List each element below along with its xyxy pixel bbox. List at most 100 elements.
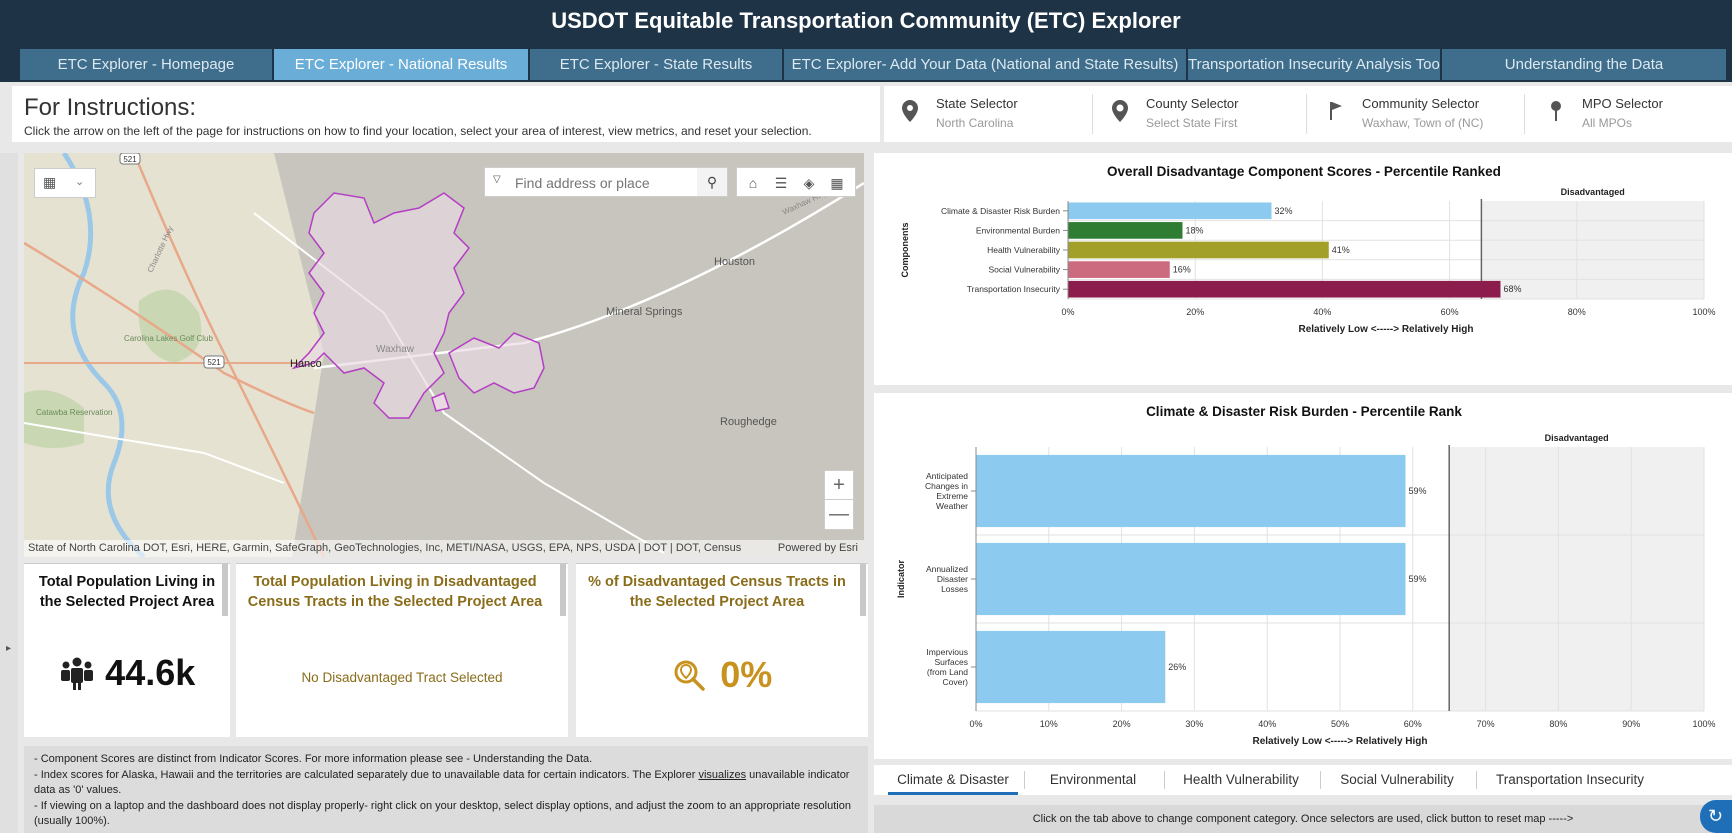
component-tabs: Climate & Disaster Environmental Health … [874, 765, 1732, 795]
population-card-title: Total Population Living in the Selected … [38, 574, 216, 610]
bar-value-label: 26% [1168, 662, 1186, 672]
bar-value-label: 16% [1173, 265, 1191, 275]
community-selector-value: Waxhaw, Town of (NC) [1362, 116, 1484, 130]
nav-tabs: ETC Explorer - Homepage ETC Explorer - N… [0, 42, 1732, 82]
bar [1068, 280, 1501, 298]
tab-climate-disaster[interactable]: Climate & Disaster [888, 765, 1018, 795]
search-location-icon [674, 660, 705, 691]
map-attribution: State of North Carolina DOT, Esri, HERE,… [24, 540, 864, 557]
x-tick-label: 40% [1313, 307, 1331, 317]
climate-indicators-chart: Climate & Disaster Risk Burden - Percent… [874, 393, 1732, 759]
x-tick-label: 60% [1441, 307, 1459, 317]
route-label: 521 [123, 155, 137, 164]
divider [1024, 771, 1025, 789]
chevron-down-icon[interactable]: ⌄ [75, 175, 84, 188]
y-axis-label: Components [900, 223, 910, 278]
map-pin-icon [902, 100, 918, 122]
reset-map-button[interactable]: ↻ [1700, 800, 1732, 833]
tab-homepage[interactable]: ETC Explorer - Homepage [20, 49, 272, 80]
divider [1164, 771, 1165, 789]
bar [1068, 202, 1272, 220]
category-label: Cover) [942, 677, 968, 687]
bar-value-label: 59% [1409, 486, 1427, 496]
tab-social-vulnerability[interactable]: Social Vulnerability [1324, 765, 1470, 795]
place-label: Houston [714, 256, 755, 268]
bar [1068, 241, 1329, 259]
population-card: Total Population Living in the Selected … [24, 563, 230, 737]
tab-environmental[interactable]: Environmental [1028, 765, 1158, 795]
community-selector-label: Community Selector [1362, 96, 1480, 111]
tab-health-vulnerability[interactable]: Health Vulnerability [1168, 765, 1314, 795]
bar [1068, 261, 1170, 278]
threshold-label: Disadvantaged [1545, 433, 1609, 443]
map-search[interactable]: ▽ ⚲ [484, 167, 728, 197]
x-axis-label: Relatively Low <-----> Relatively High [1298, 324, 1473, 335]
push-pin-icon [1551, 101, 1561, 121]
mpo-selector-label: MPO Selector [1582, 96, 1663, 111]
x-tick-label: 50% [1331, 719, 1349, 729]
map-widget-bar: ⌂ ☰ ◈ ▦ [736, 167, 856, 197]
home-icon[interactable]: ⌂ [743, 173, 763, 193]
place-label: Hanco [290, 358, 322, 370]
x-axis-label: Relatively Low <-----> Relatively High [1252, 736, 1427, 747]
disadvantaged-population-card: Total Population Living in Disadvantaged… [236, 563, 568, 737]
divider [1306, 94, 1307, 134]
powered-by-esri[interactable]: Powered by Esri [778, 540, 858, 557]
visualizes-link[interactable]: visualizes [698, 769, 746, 781]
route-label: 521 [207, 358, 221, 367]
search-source-chevron-icon[interactable]: ▽ [493, 174, 501, 185]
refresh-icon[interactable]: ↻ [1708, 806, 1723, 826]
divider [1524, 94, 1525, 134]
place-label: Carolina Lakes Golf Club [124, 334, 213, 343]
card-scrollbar[interactable] [560, 564, 566, 616]
notes-panel: - Component Scores are distinct from Ind… [24, 746, 868, 833]
zoom-out-button[interactable]: — [825, 500, 853, 529]
chart-title: Overall Disadvantage Component Scores - … [1107, 164, 1501, 179]
divider [1320, 771, 1321, 789]
bar-value-label: 32% [1275, 206, 1293, 216]
instructions-sidebar-toggle[interactable]: ▸ [0, 153, 18, 833]
category-label: Extreme [936, 491, 968, 501]
tab-add-your-data[interactable]: ETC Explorer- Add Your Data (National an… [784, 49, 1186, 80]
climate-indicators-svg: Climate & Disaster Risk Burden - Percent… [896, 404, 1716, 747]
flag-icon [1330, 102, 1342, 120]
layers-icon[interactable]: ◈ [799, 173, 819, 193]
divider [1092, 94, 1093, 134]
category-label: Anticipated [926, 471, 968, 481]
tab-state-results[interactable]: ETC Explorer - State Results [530, 49, 782, 80]
bar-value-label: 59% [1409, 574, 1427, 584]
mpo-selector[interactable]: MPO Selector All MPOs [1548, 96, 1718, 136]
category-label: Transportation Insecurity [967, 284, 1061, 294]
selectors-bar: State Selector North Carolina County Sel… [884, 86, 1732, 142]
place-label: Roughedge [720, 416, 777, 428]
county-selector-label: County Selector [1146, 96, 1239, 111]
location-pin-icon [1112, 100, 1128, 122]
x-tick-label: 80% [1549, 719, 1567, 729]
tab-national-results[interactable]: ETC Explorer - National Results [274, 49, 528, 80]
disadvantaged-region [1449, 447, 1704, 711]
tab-transportation-insecurity-component[interactable]: Transportation Insecurity [1480, 765, 1660, 795]
search-icon[interactable]: ⚲ [697, 168, 727, 196]
percent-value: 0% [720, 654, 773, 695]
card-scrollbar[interactable] [860, 564, 866, 616]
search-input[interactable] [515, 173, 685, 193]
state-selector-value: North Carolina [936, 116, 1014, 130]
zoom-in-button[interactable]: + [825, 471, 853, 500]
divider [1476, 771, 1477, 789]
category-label: Losses [941, 584, 968, 594]
legend-icon[interactable]: ☰ [771, 173, 791, 193]
basemap-gallery-icon[interactable]: ▦ [827, 173, 847, 193]
place-label: Waxhaw [376, 344, 415, 355]
state-selector[interactable]: State Selector North Carolina [902, 96, 1092, 136]
expand-arrow-icon[interactable]: ▸ [6, 643, 11, 654]
community-selector[interactable]: Community Selector Waxhaw, Town of (NC) [1328, 96, 1518, 136]
overall-components-chart: Overall Disadvantage Component Scores - … [874, 153, 1732, 385]
card-scrollbar[interactable] [222, 564, 228, 616]
tab-understanding-data[interactable]: Understanding the Data [1442, 49, 1726, 80]
map-view[interactable]: 521 521 Houston Mineral Springs Hanco Wa… [24, 153, 864, 557]
select-tool-icon[interactable]: ▦ [43, 174, 56, 191]
county-selector[interactable]: County Selector Select State First [1112, 96, 1302, 136]
category-label: Disaster [937, 574, 968, 584]
tab-transportation-insecurity[interactable]: Transportation Insecurity Analysis Tool [1188, 49, 1440, 80]
map-select-tool[interactable]: ▦ ⌄ [34, 168, 96, 198]
